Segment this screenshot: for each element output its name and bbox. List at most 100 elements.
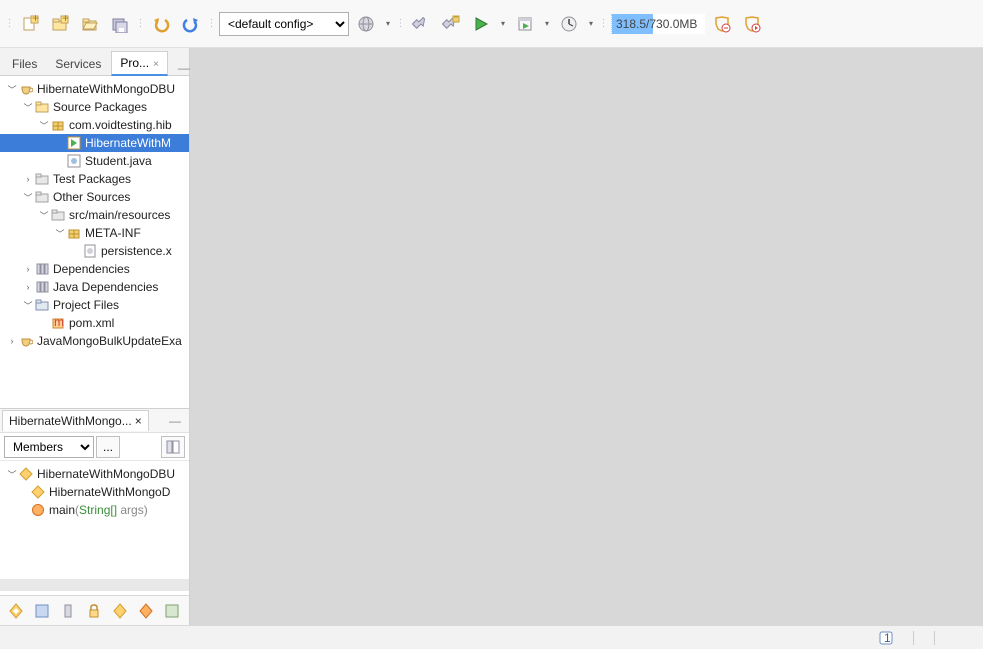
tree-label: Student.java (85, 154, 152, 168)
filter-fields-button[interactable] (30, 599, 54, 623)
navigator-options-button[interactable]: ... (96, 436, 120, 458)
caret-closed-icon[interactable]: › (22, 263, 34, 275)
tree-label: Project Files (53, 298, 119, 312)
resume-gc-button[interactable] (739, 11, 765, 37)
package-icon (50, 117, 66, 133)
sidebar: Files Services Pro...× — ﹀ HibernateWith… (0, 48, 190, 625)
dropdown-icon[interactable]: ▾ (542, 19, 552, 28)
coffee-icon (18, 333, 34, 349)
memory-indicator[interactable]: 318.5/730.0MB (611, 14, 705, 34)
filter-inherited2-button[interactable] (108, 599, 132, 623)
run-button[interactable] (468, 11, 494, 37)
caret-closed-icon[interactable]: › (22, 173, 34, 185)
minimize-icon[interactable]: — (161, 414, 189, 428)
tree-label: persistence.x (101, 244, 172, 258)
tree-package[interactable]: ﹀ com.voidtesting.hib (0, 116, 189, 134)
new-project-button[interactable]: + (47, 11, 73, 37)
tree-label: META-INF (85, 226, 141, 240)
caret-open-icon[interactable]: ﹀ (54, 227, 66, 239)
tree-dependencies[interactable]: › Dependencies (0, 260, 189, 278)
navigator-view-button[interactable] (161, 436, 185, 458)
navigator-label: HibernateWithMongoDBU (37, 467, 175, 481)
new-file-button[interactable]: + (17, 11, 43, 37)
save-all-button[interactable] (107, 11, 133, 37)
caret-open-icon[interactable]: ﹀ (22, 191, 34, 203)
tree-label: HibernateWithM (85, 136, 171, 150)
navigator-constructor[interactable]: HibernateWithMongoD (0, 483, 189, 501)
class-icon (18, 466, 34, 482)
filter-nonpublic-button[interactable] (82, 599, 106, 623)
toolbar-grip: ⋮ (399, 9, 402, 39)
caret-open-icon[interactable]: ﹀ (38, 119, 50, 131)
caret-closed-icon[interactable]: › (22, 281, 34, 293)
tree-label: Source Packages (53, 100, 147, 114)
toolbar-grip: ⋮ (210, 9, 213, 39)
folder-icon (34, 189, 50, 205)
dropdown-icon[interactable]: ▾ (383, 19, 393, 28)
status-bar: 1 (0, 625, 983, 649)
undo-button[interactable] (148, 11, 174, 37)
open-project-button[interactable] (77, 11, 103, 37)
tree-other-sources[interactable]: ﹀ Other Sources (0, 188, 189, 206)
dropdown-icon[interactable]: ▾ (586, 19, 596, 28)
build-button[interactable] (408, 11, 434, 37)
libraries-icon (34, 261, 50, 277)
tree-label: JavaMongoBulkUpdateExa (37, 334, 182, 348)
tab-files[interactable]: Files (4, 53, 45, 75)
clean-build-button[interactable] (438, 11, 464, 37)
toolbar-grip: ⋮ (8, 9, 11, 39)
tree-label: Dependencies (53, 262, 130, 276)
tree-java-file[interactable]: · Student.java (0, 152, 189, 170)
folder-icon (34, 171, 50, 187)
navigator-panel: HibernateWithMongo... × — Members ... ﹀ … (0, 408, 189, 625)
tab-services[interactable]: Services (47, 53, 109, 75)
browser-button[interactable] (353, 11, 379, 37)
navigator-method-main[interactable]: main(String[] args) (0, 501, 189, 519)
caret-open-icon[interactable]: ﹀ (22, 101, 34, 113)
tree-label: HibernateWithMongoDBU (37, 82, 175, 96)
status-divider (913, 631, 914, 645)
tree-persistence-xml[interactable]: · persistence.x (0, 242, 189, 260)
dropdown-icon[interactable]: ▾ (498, 19, 508, 28)
tree-label: Java Dependencies (53, 280, 158, 294)
notification-badge[interactable]: 1 (879, 631, 893, 645)
tree-project-files[interactable]: ﹀ Project Files (0, 296, 189, 314)
close-icon[interactable]: × (135, 414, 142, 428)
coffee-icon (18, 81, 34, 97)
navigator-class[interactable]: ﹀ HibernateWithMongoDBU (0, 465, 189, 483)
tree-resources[interactable]: ﹀ src/main/resources (0, 206, 189, 224)
tree-label: Test Packages (53, 172, 131, 186)
tree-source-packages[interactable]: ﹀ Source Packages (0, 98, 189, 116)
caret-open-icon[interactable]: ﹀ (22, 299, 34, 311)
config-select[interactable]: <default config> (219, 12, 349, 36)
debug-button[interactable] (512, 11, 538, 37)
caret-open-icon[interactable]: ﹀ (38, 209, 50, 221)
tree-project-root[interactable]: ﹀ HibernateWithMongoDBU (0, 80, 189, 98)
method-icon (30, 502, 46, 518)
navigator-tab[interactable]: HibernateWithMongo... × (2, 410, 149, 431)
profile-button[interactable] (556, 11, 582, 37)
folder-icon (34, 297, 50, 313)
caret-closed-icon[interactable]: › (6, 335, 18, 347)
tab-projects[interactable]: Pro...× (111, 51, 168, 76)
tree-label: pom.xml (69, 316, 114, 330)
java-class-icon (66, 153, 82, 169)
tree-metainf[interactable]: ﹀ META-INF (0, 224, 189, 242)
caret-open-icon[interactable]: ﹀ (6, 468, 18, 480)
filter-fqn-button[interactable] (160, 599, 184, 623)
filter-static-button[interactable] (56, 599, 80, 623)
filter-inherited-button[interactable] (4, 599, 28, 623)
pause-gc-button[interactable] (709, 11, 735, 37)
tree-pom-xml[interactable]: · m pom.xml (0, 314, 189, 332)
tree-java-dependencies[interactable]: › Java Dependencies (0, 278, 189, 296)
tree-java-main-selected[interactable]: · HibernateWithM (0, 134, 189, 152)
tree-test-packages[interactable]: › Test Packages (0, 170, 189, 188)
sidebar-tabs: Files Services Pro...× — (0, 48, 189, 76)
close-icon[interactable]: × (153, 59, 159, 70)
caret-open-icon[interactable]: ﹀ (6, 83, 18, 95)
status-divider (934, 631, 935, 645)
filter-sort-button[interactable] (134, 599, 158, 623)
navigator-members-select[interactable]: Members (4, 436, 94, 458)
redo-button[interactable] (178, 11, 204, 37)
tree-project-root-2[interactable]: › JavaMongoBulkUpdateExa (0, 332, 189, 350)
